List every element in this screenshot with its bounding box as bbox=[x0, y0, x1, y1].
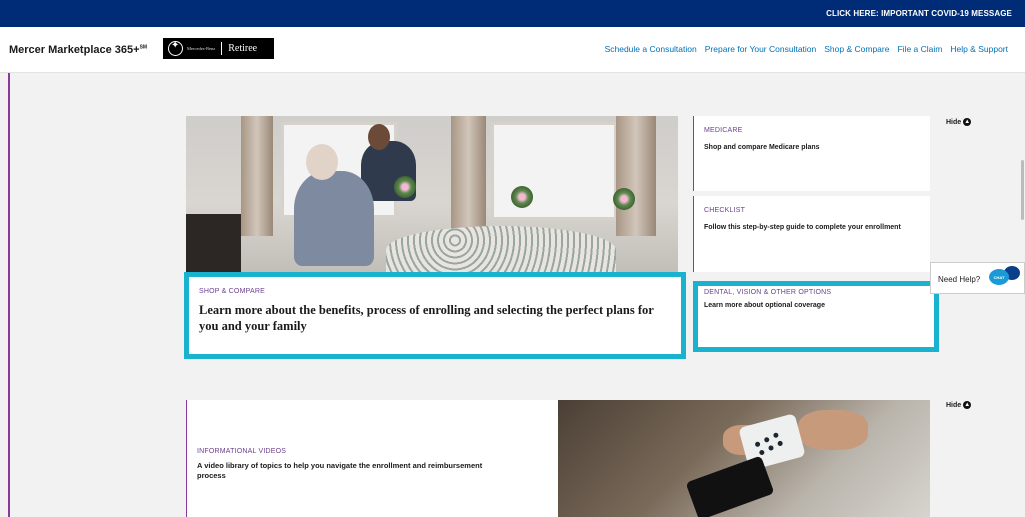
medicare-desc: Shop and compare Medicare plans bbox=[704, 144, 820, 151]
nav-file-claim[interactable]: File a Claim bbox=[897, 44, 942, 54]
hide-button-2[interactable]: Hide ▲ bbox=[946, 401, 972, 409]
hide-button-1[interactable]: Hide ▲ bbox=[946, 118, 972, 126]
dental-vision-eyebrow: DENTAL, VISION & OTHER OPTIONS bbox=[704, 289, 832, 296]
videos-desc: A video library of topics to help you na… bbox=[197, 461, 483, 480]
left-accent-line bbox=[8, 73, 10, 517]
shop-compare-eyebrow: SHOP & COMPARE bbox=[199, 288, 265, 295]
chevron-up-icon: ▲ bbox=[963, 401, 972, 409]
videos-eyebrow: INFORMATIONAL VIDEOS bbox=[197, 448, 287, 455]
nav-help-support[interactable]: Help & Support bbox=[950, 44, 1008, 54]
checklist-card[interactable]: CHECKLIST Follow this step-by-step guide… bbox=[693, 196, 930, 272]
nav-schedule-consultation[interactable]: Schedule a Consultation bbox=[605, 44, 697, 54]
nav-prepare-consultation[interactable]: Prepare for Your Consultation bbox=[705, 44, 817, 54]
shop-compare-title: Learn more about the benefits, process o… bbox=[199, 303, 654, 333]
scrollbar[interactable] bbox=[1021, 160, 1024, 220]
mercedes-retiree-logo: Mercedes-Benz Retiree bbox=[163, 38, 274, 59]
site-header: Mercer Marketplace 365+SM Mercedes-Benz … bbox=[0, 27, 1025, 73]
medicare-eyebrow: MEDICARE bbox=[704, 127, 743, 134]
need-help-label: Need Help? bbox=[938, 275, 981, 284]
hero-image bbox=[186, 116, 678, 274]
need-help-chat-widget[interactable]: Need Help? CHAT bbox=[930, 262, 1025, 294]
shop-compare-card[interactable]: SHOP & COMPARE Learn more about the bene… bbox=[184, 272, 686, 359]
brand-name[interactable]: Mercer Marketplace 365+SM bbox=[9, 44, 147, 56]
videos-image bbox=[558, 400, 930, 517]
dental-vision-card[interactable]: DENTAL, VISION & OTHER OPTIONS Learn mor… bbox=[693, 281, 939, 352]
chevron-up-icon: ▲ bbox=[963, 118, 972, 126]
covid-message-link[interactable]: CLICK HERE: IMPORTANT COVID-19 MESSAGE bbox=[826, 9, 1012, 18]
dental-vision-desc: Learn more about optional coverage bbox=[704, 302, 825, 309]
checklist-eyebrow: CHECKLIST bbox=[704, 207, 746, 214]
medicare-card[interactable]: MEDICARE Shop and compare Medicare plans bbox=[693, 116, 930, 191]
checklist-desc: Follow this step-by-step guide to comple… bbox=[704, 224, 901, 231]
main-nav: Schedule a Consultation Prepare for Your… bbox=[605, 44, 1008, 54]
nav-shop-compare[interactable]: Shop & Compare bbox=[824, 44, 889, 54]
top-bar: CLICK HERE: IMPORTANT COVID-19 MESSAGE bbox=[0, 0, 1025, 27]
chat-icon: CHAT bbox=[989, 269, 1009, 285]
mercedes-star-icon bbox=[168, 40, 183, 56]
informational-videos-card[interactable]: INFORMATIONAL VIDEOS A video library of … bbox=[186, 400, 558, 517]
